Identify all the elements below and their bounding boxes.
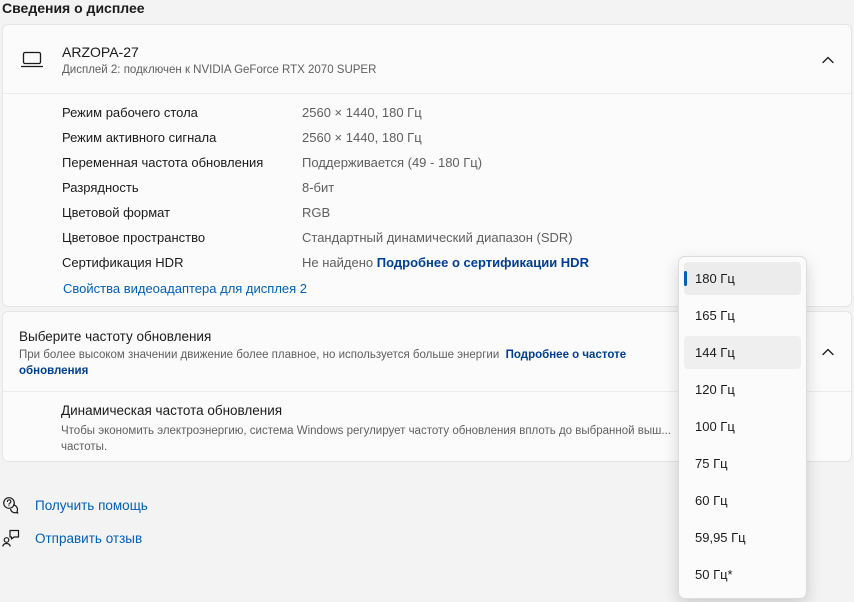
- hdr-status: Не найдено: [302, 255, 374, 270]
- option-label: 60 Гц: [695, 493, 728, 508]
- dropdown-option-100[interactable]: 100 Гц: [684, 410, 801, 443]
- info-label: Разрядность: [62, 180, 139, 195]
- info-label: Режим рабочего стола: [62, 105, 198, 120]
- dropdown-option-75[interactable]: 75 Гц: [684, 447, 801, 480]
- send-feedback-link[interactable]: Отправить отзыв: [2, 529, 142, 547]
- option-label: 180 Гц: [695, 271, 735, 286]
- info-value: 2560 × 1440, 180 Гц: [302, 105, 422, 120]
- info-row-bit-depth: Разрядность 8-бит: [62, 178, 842, 203]
- hdr-certification-link[interactable]: Подробнее о сертификации HDR: [377, 255, 589, 270]
- option-label: 165 Гц: [695, 308, 735, 323]
- get-help-link[interactable]: Получить помощь: [2, 496, 148, 514]
- info-row-signal-mode: Режим активного сигнала 2560 × 1440, 180…: [62, 128, 842, 153]
- dropdown-option-144[interactable]: 144 Гц: [684, 336, 801, 369]
- info-label: Сертификация HDR: [62, 255, 184, 270]
- info-value-hdr: Не найдено Подробнее о сертификации HDR: [302, 255, 589, 270]
- display-properties: Режим рабочего стола 2560 × 1440, 180 Гц…: [62, 103, 842, 278]
- refresh-rate-title: Выберите частоту обновления: [19, 329, 212, 344]
- info-value: Стандартный динамический диапазон (SDR): [302, 230, 573, 245]
- help-chat-icon: [3, 497, 19, 514]
- dropdown-option-50[interactable]: 50 Гц*: [684, 558, 801, 591]
- info-label: Цветовое пространство: [62, 230, 206, 245]
- dropdown-option-165[interactable]: 165 Гц: [684, 299, 801, 332]
- dropdown-option-59-95[interactable]: 59,95 Гц: [684, 521, 801, 554]
- info-value: Поддерживается (49 - 180 Гц): [302, 155, 483, 170]
- refresh-rate-description: При более высоком значении движение боле…: [19, 347, 669, 379]
- display-name: ARZOPA-27: [62, 44, 139, 60]
- info-label: Режим активного сигнала: [62, 130, 217, 145]
- info-value: 2560 × 1440, 180 Гц: [302, 130, 422, 145]
- info-row-vrr: Переменная частота обновления Поддержива…: [62, 153, 842, 178]
- adapter-properties-link[interactable]: Свойства видеоадаптера для дисплея 2: [63, 281, 307, 296]
- monitor-icon: [21, 51, 43, 68]
- option-label: 120 Гц: [695, 382, 735, 397]
- info-value: 8-бит: [302, 180, 335, 195]
- dropdown-option-60[interactable]: 60 Гц: [684, 484, 801, 517]
- get-help-label[interactable]: Получить помощь: [35, 498, 148, 513]
- feedback-person-icon: [2, 529, 20, 547]
- option-label: 59,95 Гц: [695, 530, 746, 545]
- option-label: 100 Гц: [695, 419, 735, 434]
- option-label: 75 Гц: [695, 456, 728, 471]
- chevron-up-icon[interactable]: [821, 347, 835, 357]
- display-subtitle: Дисплей 2: подключен к NVIDIA GeForce RT…: [62, 64, 377, 76]
- info-label: Цветовой формат: [62, 205, 171, 220]
- dynamic-refresh-title: Динамическая частота обновления: [61, 403, 283, 418]
- info-row-desktop-mode: Режим рабочего стола 2560 × 1440, 180 Гц: [62, 103, 842, 128]
- info-label: Переменная частота обновления: [62, 155, 264, 170]
- refresh-desc-text: При более высоком значении движение боле…: [19, 349, 500, 361]
- info-row-color-space: Цветовое пространство Стандартный динами…: [62, 228, 842, 253]
- dropdown-option-120[interactable]: 120 Гц: [684, 373, 801, 406]
- info-row-color-format: Цветовой формат RGB: [62, 203, 842, 228]
- selected-indicator: [684, 271, 687, 286]
- send-feedback-label[interactable]: Отправить отзыв: [35, 531, 142, 546]
- info-value: RGB: [302, 205, 331, 220]
- chevron-up-icon[interactable]: [821, 55, 835, 65]
- display-header[interactable]: ARZOPA-27 Дисплей 2: подключен к NVIDIA …: [3, 25, 851, 94]
- page-title: Сведения о дисплее: [2, 0, 145, 16]
- dynamic-refresh-description: Чтобы экономить электроэнергию, система …: [61, 425, 671, 453]
- option-label: 50 Гц*: [695, 567, 733, 582]
- option-label: 144 Гц: [695, 345, 735, 360]
- dropdown-option-180[interactable]: 180 Гц: [684, 262, 801, 295]
- refresh-rate-dropdown[interactable]: 180 Гц 165 Гц 144 Гц 120 Гц 100 Гц 75 Гц…: [678, 256, 807, 599]
